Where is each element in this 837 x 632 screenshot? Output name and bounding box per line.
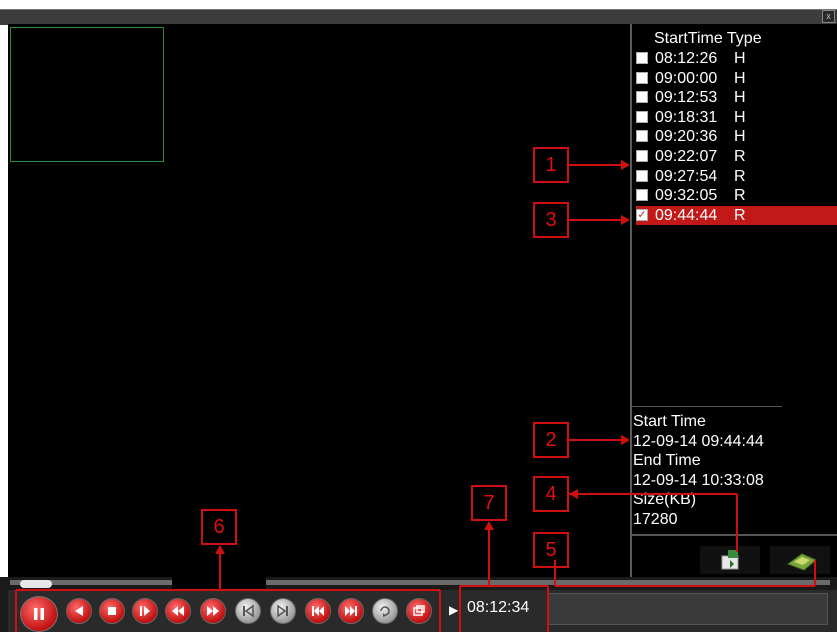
record-type: R xyxy=(734,167,746,185)
type-column-header: Type xyxy=(726,30,762,47)
previous-file-icon xyxy=(312,606,324,616)
record-checkbox[interactable] xyxy=(636,110,648,123)
stop-button[interactable] xyxy=(99,598,125,624)
seek-thumb[interactable] xyxy=(20,580,52,588)
slow-play-button[interactable] xyxy=(165,598,191,624)
previous-file-button[interactable] xyxy=(305,598,331,624)
record-start-time: 08:12:26 xyxy=(655,50,718,67)
frame-step-button[interactable] xyxy=(132,598,158,624)
record-checkbox[interactable] xyxy=(636,189,648,202)
record-row[interactable]: 09:18:31 H xyxy=(636,108,837,127)
fast-play-button[interactable] xyxy=(200,598,226,624)
next-frame-icon xyxy=(277,604,288,618)
record-type: H xyxy=(734,69,746,87)
annotation-4: 4 xyxy=(533,476,569,512)
time-input-field[interactable] xyxy=(548,593,828,625)
pause-button[interactable] xyxy=(20,596,58,632)
record-start-time: 09:18:31 xyxy=(655,108,718,126)
record-type: R xyxy=(734,187,746,205)
record-start-time: 09:22:07 xyxy=(655,148,718,165)
end-time-label: End Time xyxy=(633,452,701,469)
record-type: R xyxy=(734,206,746,224)
pause-icon xyxy=(34,608,44,620)
start-time-label: Start Time xyxy=(633,413,706,430)
close-icon[interactable]: x xyxy=(822,10,835,23)
seek-bar[interactable] xyxy=(10,580,830,585)
record-checkbox[interactable] xyxy=(636,91,648,104)
record-checkbox[interactable] xyxy=(636,150,648,162)
record-checkbox[interactable] xyxy=(636,52,648,64)
reverse-play-icon xyxy=(75,606,83,616)
next-file-icon xyxy=(345,606,357,616)
record-row[interactable]: 09:27:54 R xyxy=(636,167,837,186)
annotation-2: 2 xyxy=(533,422,569,458)
record-row[interactable]: 09:20:36 H xyxy=(636,127,837,146)
record-row[interactable]: 09:22:07 R xyxy=(636,147,837,166)
reverse-play-button[interactable] xyxy=(66,598,92,624)
loop-button[interactable] xyxy=(372,598,398,624)
start-time-value: 12-09-14 09:44:44 xyxy=(633,433,764,450)
record-start-time: 09:20:36 xyxy=(655,128,718,146)
record-start-time: 09:32:05 xyxy=(655,187,718,205)
backup-button[interactable] xyxy=(700,546,760,574)
record-row[interactable]: 09:00:00 H xyxy=(636,69,837,88)
seek-bar-gap xyxy=(172,577,266,589)
pip-window[interactable] xyxy=(10,27,164,162)
stop-icon xyxy=(108,607,116,615)
search-button[interactable] xyxy=(770,546,830,574)
title-bar xyxy=(0,9,837,25)
playback-window: x StartTime Type 08:12:26 H 09:00:00 H 09:12… xyxy=(0,0,837,632)
starttime-column-header: StartTime xyxy=(654,30,723,47)
search-icon xyxy=(786,553,817,571)
record-type: R xyxy=(734,148,746,165)
size-value: 17280 xyxy=(633,511,678,528)
previous-frame-icon xyxy=(243,604,254,618)
record-checkbox[interactable] xyxy=(636,130,648,143)
record-checkbox-checked[interactable]: ✓ xyxy=(636,208,648,221)
next-file-button[interactable] xyxy=(338,598,364,624)
frame-step-icon xyxy=(140,606,150,616)
annotation-5: 5 xyxy=(533,532,569,568)
loop-icon xyxy=(380,606,390,617)
record-row[interactable]: 09:32:05 R xyxy=(636,186,837,205)
record-checkbox[interactable] xyxy=(636,71,648,84)
record-start-time: 09:00:00 xyxy=(655,69,718,87)
record-type: H xyxy=(734,89,746,107)
annotation-6: 6 xyxy=(201,509,237,545)
record-row[interactable]: 08:12:26 H xyxy=(636,49,837,68)
record-type: H xyxy=(734,50,746,67)
annotation-7: 7 xyxy=(471,485,507,521)
fullscreen-icon xyxy=(413,605,425,616)
current-time: 08:12:34 xyxy=(467,599,530,616)
next-frame-button[interactable] xyxy=(270,598,296,624)
record-start-time: 09:27:54 xyxy=(655,167,718,185)
fast-play-icon xyxy=(207,606,219,616)
fullscreen-button[interactable] xyxy=(406,598,432,624)
record-checkbox[interactable] xyxy=(636,169,648,182)
panel-divider-bottom xyxy=(632,534,837,536)
record-row[interactable]: 09:12:53 H xyxy=(636,88,837,107)
record-list-header: StartTime Type xyxy=(654,30,762,48)
previous-frame-button[interactable] xyxy=(235,598,261,624)
slow-play-icon xyxy=(172,606,184,616)
record-type: H xyxy=(734,128,746,146)
size-label: Size(KB) xyxy=(633,491,697,508)
record-start-time: 09:12:53 xyxy=(655,89,718,107)
panel-divider xyxy=(632,406,782,407)
backup-icon xyxy=(721,550,739,570)
time-play-indicator-icon: ▶ xyxy=(449,603,459,617)
end-time-value: 12-09-14 10:33:08 xyxy=(633,472,764,489)
annotation-3: 3 xyxy=(533,202,569,238)
record-row[interactable]: ✓ 09:44:44 R xyxy=(636,205,837,225)
annotation-1: 1 xyxy=(533,147,569,183)
record-type: H xyxy=(734,108,746,126)
record-start-time: 09:44:44 xyxy=(655,206,718,224)
